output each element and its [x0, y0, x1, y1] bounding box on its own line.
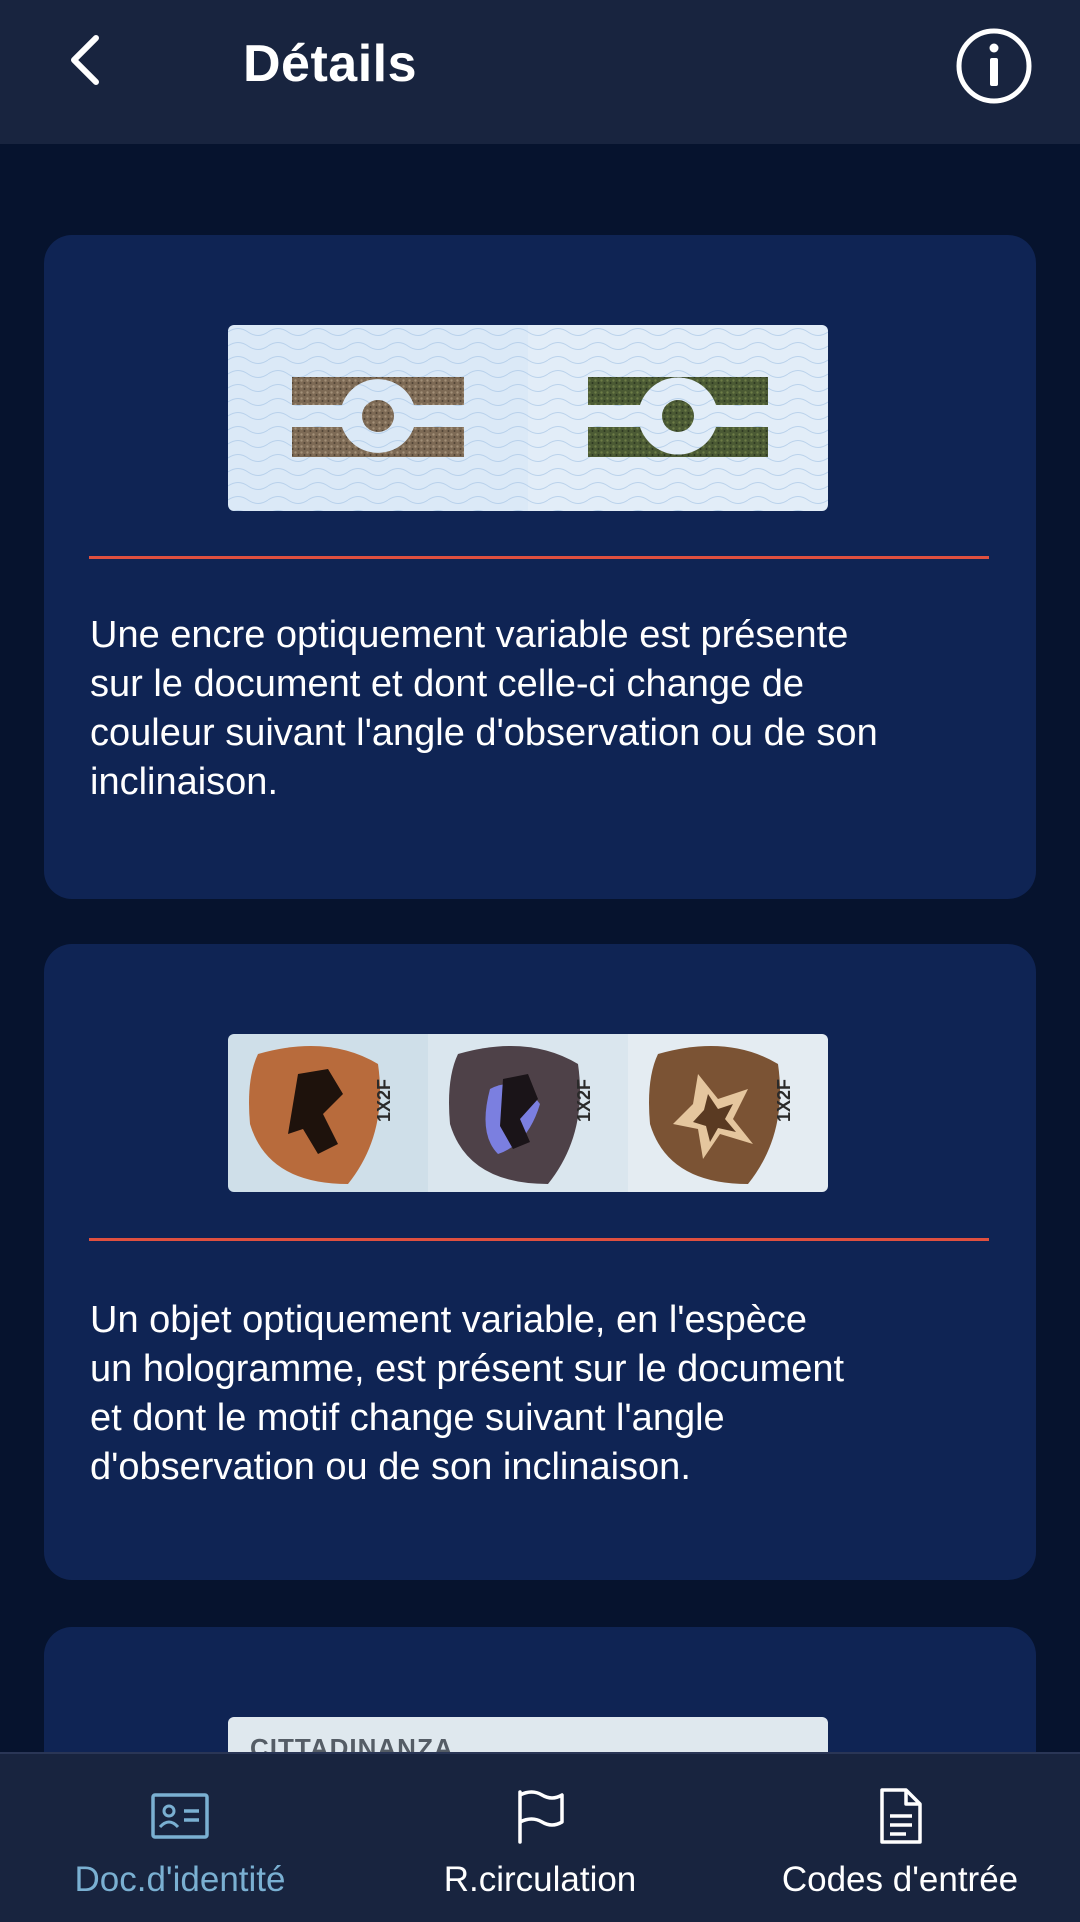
- security-feature-card: Une encre optiquement variable est prése…: [44, 235, 1036, 899]
- id-card-icon: [151, 1793, 209, 1839]
- security-feature-card: 1X2F 1X2F 1X2F Un objet optiquement vari…: [44, 944, 1036, 1580]
- details-list[interactable]: Une encre optiquement variable est prése…: [0, 144, 1080, 1752]
- security-feature-card: CITTADINANZA: [44, 1627, 1036, 1752]
- info-icon: [956, 28, 1032, 104]
- flag-icon: [518, 1790, 564, 1844]
- nav-doc-identite[interactable]: Doc.d'identité: [40, 1754, 320, 1922]
- bottom-navigation: Doc.d'identité R.circulation Codes d'ent…: [0, 1752, 1080, 1922]
- document-text: CITTADINANZA: [250, 1733, 454, 1752]
- nav-label: Codes d'entrée: [781, 1860, 1019, 1899]
- hologram-code-text: 1X2F: [774, 1079, 794, 1122]
- page-title: Détails: [243, 35, 418, 93]
- chevron-left-icon: [71, 35, 99, 85]
- hologram-sample-image: 1X2F 1X2F 1X2F: [228, 1034, 828, 1192]
- divider: [89, 556, 989, 559]
- hologram-code-text: 1X2F: [574, 1079, 594, 1122]
- top-app-bar: Détails: [0, 0, 1080, 144]
- nav-label: R.circulation: [443, 1860, 637, 1899]
- nav-codes-entree[interactable]: Codes d'entrée: [760, 1754, 1040, 1922]
- ink-sample-image: [228, 325, 828, 511]
- hologram-code-text: 1X2F: [374, 1079, 394, 1122]
- document-sample-image: CITTADINANZA: [228, 1717, 828, 1752]
- divider: [89, 1238, 989, 1241]
- back-button[interactable]: [50, 24, 122, 96]
- nav-r-circulation[interactable]: R.circulation: [400, 1754, 680, 1922]
- info-button[interactable]: [954, 26, 1034, 106]
- feature-description: Une encre optiquement variable est prése…: [90, 614, 878, 803]
- document-icon: [880, 1788, 922, 1844]
- nav-label: Doc.d'identité: [74, 1860, 286, 1899]
- feature-description: Un objet optiquement variable, en l'espè…: [90, 1299, 845, 1488]
